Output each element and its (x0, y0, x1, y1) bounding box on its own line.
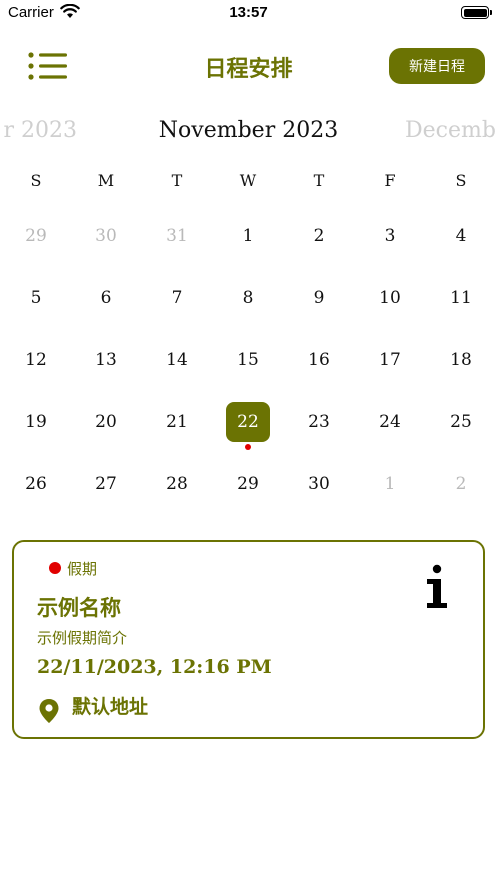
calendar-day[interactable]: 15 (226, 340, 270, 380)
calendar-day[interactable]: 24 (368, 402, 412, 442)
calendar-day[interactable]: 2 (297, 216, 341, 256)
calendar-day[interactable]: 12 (14, 340, 58, 380)
status-time: 13:57 (229, 4, 268, 21)
calendar-day[interactable]: 29 (226, 464, 270, 504)
calendar-day[interactable]: 6 (84, 278, 128, 318)
calendar-day[interactable]: 13 (84, 340, 128, 380)
calendar-day[interactable]: 3 (368, 216, 412, 256)
weekday-header: S (30, 171, 42, 190)
calendar-day[interactable]: 10 (368, 278, 412, 318)
status-bar: Carrier 13:57 (0, 0, 497, 26)
battery-tip (490, 10, 492, 15)
calendar-day[interactable]: 9 (297, 278, 341, 318)
new-schedule-button[interactable]: 新建日程 (389, 48, 485, 84)
event-category: 假期 (67, 560, 98, 578)
calendar-day[interactable]: 30 (84, 216, 128, 256)
battery-icon (461, 6, 489, 19)
calendar-day[interactable]: 31 (155, 216, 199, 256)
calendar-day[interactable]: 5 (14, 278, 58, 318)
event-description: 示例假期简介 (37, 629, 128, 647)
month-scroller[interactable]: r 2023 November 2023 Decemb (0, 118, 497, 152)
weekday-header: T (313, 171, 325, 190)
info-icon[interactable] (424, 564, 450, 610)
event-address: 默认地址 (72, 696, 149, 718)
calendar-day[interactable]: 14 (155, 340, 199, 380)
calendar-day-selected[interactable]: 22 (226, 402, 270, 442)
calendar-day[interactable]: 19 (14, 402, 58, 442)
event-indicator-dot (245, 444, 251, 450)
calendar-day[interactable]: 21 (155, 402, 199, 442)
calendar-day[interactable]: 29 (14, 216, 58, 256)
calendar-day[interactable]: 4 (439, 216, 483, 256)
calendar-day[interactable]: 27 (84, 464, 128, 504)
calendar-day[interactable]: 1 (368, 464, 412, 504)
calendar-day[interactable]: 16 (297, 340, 341, 380)
calendar-day[interactable]: 8 (226, 278, 270, 318)
weekday-header: M (97, 171, 115, 190)
calendar-day[interactable]: 28 (155, 464, 199, 504)
menu-button[interactable] (26, 50, 70, 84)
calendar-day[interactable]: 23 (297, 402, 341, 442)
calendar-day[interactable]: 7 (155, 278, 199, 318)
weekday-header: W (239, 171, 257, 190)
weekday-header: F (384, 171, 396, 190)
calendar-day[interactable]: 17 (368, 340, 412, 380)
calendar-day[interactable]: 26 (14, 464, 58, 504)
location-pin-icon (39, 699, 59, 723)
event-card[interactable]: 假期 示例名称 示例假期简介 22/11/2023, 12:16 PM 默认地址 (12, 540, 485, 739)
weekday-header: S (455, 171, 467, 190)
calendar-day[interactable]: 20 (84, 402, 128, 442)
calendar-day[interactable]: 25 (439, 402, 483, 442)
calendar-day[interactable]: 18 (439, 340, 483, 380)
calendar-day[interactable]: 1 (226, 216, 270, 256)
list-icon (28, 52, 67, 80)
event-datetime: 22/11/2023, 12:16 PM (37, 656, 272, 678)
calendar-day[interactable]: 2 (439, 464, 483, 504)
next-month-label[interactable]: Decemb (405, 118, 496, 143)
category-dot (49, 562, 61, 574)
calendar-day[interactable]: 11 (439, 278, 483, 318)
calendar-day[interactable]: 30 (297, 464, 341, 504)
event-title: 示例名称 (37, 596, 121, 620)
weekday-header: T (171, 171, 183, 190)
